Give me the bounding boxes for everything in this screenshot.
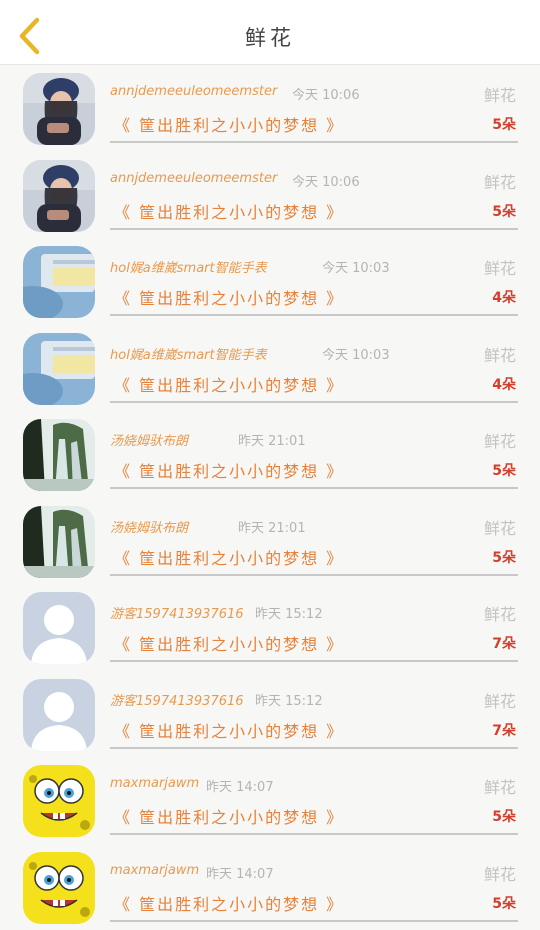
list-item[interactable]: 游客1597413937616 昨天 15:12 鲜花 《 筐出胜利之小小的梦想… bbox=[0, 671, 540, 758]
list-item[interactable]: maxmarjawm 昨天 14:07 鲜花 《 筐出胜利之小小的梦想 》 5朵 bbox=[0, 844, 540, 930]
divider bbox=[110, 487, 518, 489]
send-time: 昨天 14:07 bbox=[206, 863, 274, 882]
avatar-blue-icon bbox=[23, 333, 95, 405]
divider bbox=[110, 228, 518, 230]
gift-message: 《 筐出胜利之小小的梦想 》 bbox=[114, 372, 344, 396]
gift-message: 《 筐出胜利之小小的梦想 》 bbox=[114, 199, 344, 223]
send-time: 昨天 21:01 bbox=[238, 430, 306, 449]
send-time: 今天 10:03 bbox=[322, 344, 390, 363]
send-time: 昨天 15:12 bbox=[255, 603, 323, 622]
divider bbox=[110, 314, 518, 316]
gift-type-label: 鲜花 bbox=[484, 169, 516, 193]
avatar-waterfall-icon bbox=[23, 419, 95, 491]
sender-name: 游客1597413937616 bbox=[110, 603, 244, 622]
avatar-waterfall-icon bbox=[23, 506, 95, 578]
send-time: 今天 10:03 bbox=[322, 257, 390, 276]
gift-count: 7朵 bbox=[492, 720, 516, 740]
avatar[interactable] bbox=[23, 852, 95, 924]
gift-message: 《 筐出胜利之小小的梦想 》 bbox=[114, 718, 344, 742]
divider bbox=[110, 574, 518, 576]
divider bbox=[110, 833, 518, 835]
gift-count: 5朵 bbox=[492, 201, 516, 221]
sender-name: annjdemeeuleomeemster bbox=[110, 171, 277, 186]
gift-type-label: 鲜花 bbox=[484, 688, 516, 712]
gift-count: 5朵 bbox=[492, 114, 516, 134]
list-item[interactable]: hol娓a维崴smart智能手表 今天 10:03 鲜花 《 筐出胜利之小小的梦… bbox=[0, 325, 540, 412]
gift-count: 7朵 bbox=[492, 633, 516, 653]
gift-message: 《 筐出胜利之小小的梦想 》 bbox=[114, 804, 344, 828]
avatar-girl-icon bbox=[23, 73, 95, 145]
list-item[interactable]: 汤娆姆驮布朗 昨天 21:01 鲜花 《 筐出胜利之小小的梦想 》 5朵 bbox=[0, 411, 540, 498]
send-time: 今天 10:06 bbox=[292, 171, 360, 190]
sender-name: maxmarjawm bbox=[110, 776, 199, 791]
avatar[interactable] bbox=[23, 333, 95, 405]
gift-message: 《 筐出胜利之小小的梦想 》 bbox=[114, 891, 344, 915]
spongebob-avatar-icon bbox=[23, 852, 95, 924]
avatar-blue-icon bbox=[23, 246, 95, 318]
gift-count: 5朵 bbox=[492, 460, 516, 480]
send-time: 昨天 15:12 bbox=[255, 690, 323, 709]
avatar[interactable] bbox=[23, 506, 95, 578]
divider bbox=[110, 401, 518, 403]
gift-count: 4朵 bbox=[492, 287, 516, 307]
list-item[interactable]: 汤娆姆驮布朗 昨天 21:01 鲜花 《 筐出胜利之小小的梦想 》 5朵 bbox=[0, 498, 540, 585]
spongebob-avatar-icon bbox=[23, 765, 95, 837]
send-time: 今天 10:06 bbox=[292, 84, 360, 103]
list-item[interactable]: maxmarjawm 昨天 14:07 鲜花 《 筐出胜利之小小的梦想 》 5朵 bbox=[0, 757, 540, 844]
avatar[interactable] bbox=[23, 419, 95, 491]
gift-type-label: 鲜花 bbox=[484, 861, 516, 885]
gift-type-label: 鲜花 bbox=[484, 255, 516, 279]
avatar-girl-icon bbox=[23, 160, 95, 232]
nav-header: 鲜花 bbox=[0, 10, 540, 65]
gift-count: 4朵 bbox=[492, 374, 516, 394]
gift-type-label: 鲜花 bbox=[484, 774, 516, 798]
gift-type-label: 鲜花 bbox=[484, 342, 516, 366]
gift-count: 5朵 bbox=[492, 806, 516, 826]
avatar[interactable] bbox=[23, 160, 95, 232]
sender-name: annjdemeeuleomeemster bbox=[110, 84, 277, 99]
avatar[interactable] bbox=[23, 73, 95, 145]
default-user-icon bbox=[23, 592, 95, 664]
avatar[interactable] bbox=[23, 246, 95, 318]
gift-message: 《 筐出胜利之小小的梦想 》 bbox=[114, 112, 344, 136]
gift-message: 《 筐出胜利之小小的梦想 》 bbox=[114, 285, 344, 309]
default-user-icon bbox=[23, 679, 95, 751]
gift-type-label: 鲜花 bbox=[484, 82, 516, 106]
gift-count: 5朵 bbox=[492, 893, 516, 913]
avatar[interactable] bbox=[23, 592, 95, 664]
list-item[interactable]: 游客1597413937616 昨天 15:12 鲜花 《 筐出胜利之小小的梦想… bbox=[0, 584, 540, 671]
gift-record-list[interactable]: annjdemeeuleomeemster 今天 10:06 鲜花 《 筐出胜利… bbox=[0, 65, 540, 930]
gift-type-label: 鲜花 bbox=[484, 428, 516, 452]
list-item[interactable]: annjdemeeuleomeemster 今天 10:06 鲜花 《 筐出胜利… bbox=[0, 65, 540, 152]
gift-message: 《 筐出胜利之小小的梦想 》 bbox=[114, 631, 344, 655]
sender-name: 汤娆姆驮布朗 bbox=[110, 517, 188, 536]
divider bbox=[110, 920, 518, 922]
divider bbox=[110, 747, 518, 749]
divider bbox=[110, 141, 518, 143]
sender-name: maxmarjawm bbox=[110, 863, 199, 878]
gift-count: 5朵 bbox=[492, 547, 516, 567]
gift-message: 《 筐出胜利之小小的梦想 》 bbox=[114, 545, 344, 569]
page-title: 鲜花 bbox=[0, 10, 540, 64]
gift-type-label: 鲜花 bbox=[484, 515, 516, 539]
sender-name: 汤娆姆驮布朗 bbox=[110, 430, 188, 449]
gift-message: 《 筐出胜利之小小的梦想 》 bbox=[114, 458, 344, 482]
status-bar bbox=[0, 0, 540, 10]
list-item[interactable]: annjdemeeuleomeemster 今天 10:06 鲜花 《 筐出胜利… bbox=[0, 152, 540, 239]
list-item[interactable]: hol娓a维崴smart智能手表 今天 10:03 鲜花 《 筐出胜利之小小的梦… bbox=[0, 238, 540, 325]
gift-type-label: 鲜花 bbox=[484, 601, 516, 625]
divider bbox=[110, 660, 518, 662]
avatar[interactable] bbox=[23, 765, 95, 837]
sender-name: hol娓a维崴smart智能手表 bbox=[110, 257, 267, 276]
send-time: 昨天 14:07 bbox=[206, 776, 274, 795]
send-time: 昨天 21:01 bbox=[238, 517, 306, 536]
sender-name: 游客1597413937616 bbox=[110, 690, 244, 709]
avatar[interactable] bbox=[23, 679, 95, 751]
sender-name: hol娓a维崴smart智能手表 bbox=[110, 344, 267, 363]
